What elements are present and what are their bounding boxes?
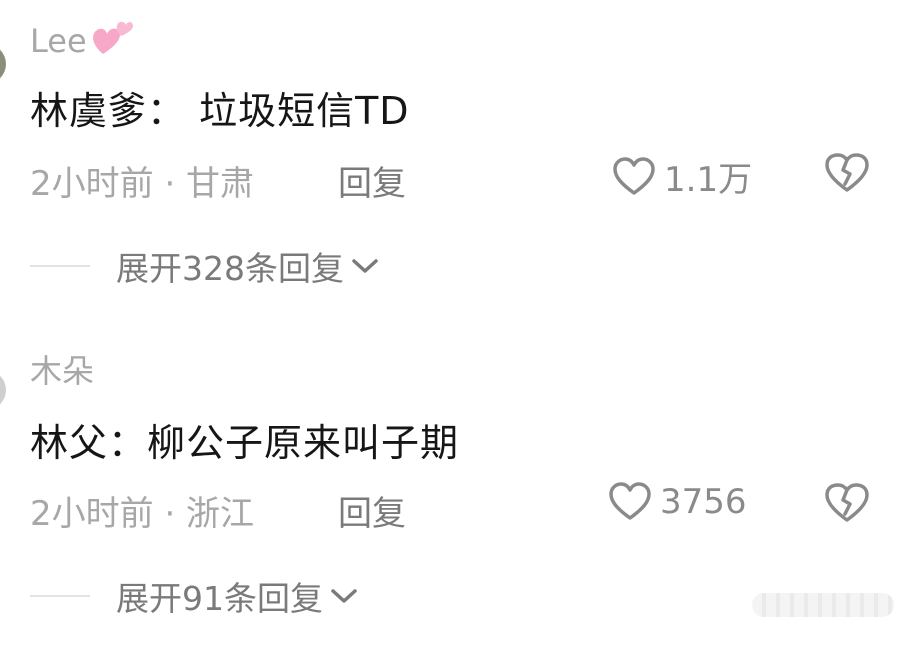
expand-replies-button[interactable]: 展开91条回复 <box>30 572 359 620</box>
chevron-down-icon <box>331 589 357 603</box>
broken-heart-icon <box>825 153 869 192</box>
broken-heart-icon <box>825 483 869 522</box>
comment-time-location: 2小时前 · 甘肃 <box>30 164 255 204</box>
comment-time-location: 2小时前 · 浙江 <box>30 494 255 534</box>
watermark <box>752 593 894 617</box>
like-button[interactable]: 1.1万 <box>612 152 752 201</box>
heart-outline-icon <box>609 482 651 520</box>
divider <box>30 595 90 597</box>
dislike-button[interactable] <box>824 482 870 524</box>
comment-item: Lee 林虞爹： 垃圾短信TD 2小时前 · 甘肃 回复 1.1万 展开328条… <box>0 0 904 330</box>
chevron-down-icon <box>352 259 378 273</box>
comment-username[interactable]: 木朵 <box>30 346 94 392</box>
comment-username[interactable]: Lee <box>30 16 135 66</box>
comment-text: 林父：柳公子原来叫子期 <box>30 421 460 465</box>
expand-replies-button[interactable]: 展开328条回复 <box>30 242 380 290</box>
comment-text: 林虞爹： 垃圾短信TD <box>30 89 410 133</box>
like-button[interactable]: 3756 <box>608 482 747 522</box>
like-count: 3756 <box>660 482 747 522</box>
expand-replies-label: 展开328条回复 <box>116 249 344 288</box>
heart-outline-icon <box>613 156 655 195</box>
expand-replies-label: 展开91条回复 <box>116 579 323 618</box>
like-count: 1.1万 <box>664 160 753 200</box>
pink-hearts-icon <box>89 16 135 66</box>
divider <box>30 265 90 267</box>
dislike-button[interactable] <box>824 152 870 194</box>
reply-button[interactable]: 回复 <box>338 156 406 205</box>
avatar[interactable] <box>0 370 6 410</box>
avatar[interactable] <box>0 44 6 84</box>
reply-button[interactable]: 回复 <box>338 486 406 535</box>
